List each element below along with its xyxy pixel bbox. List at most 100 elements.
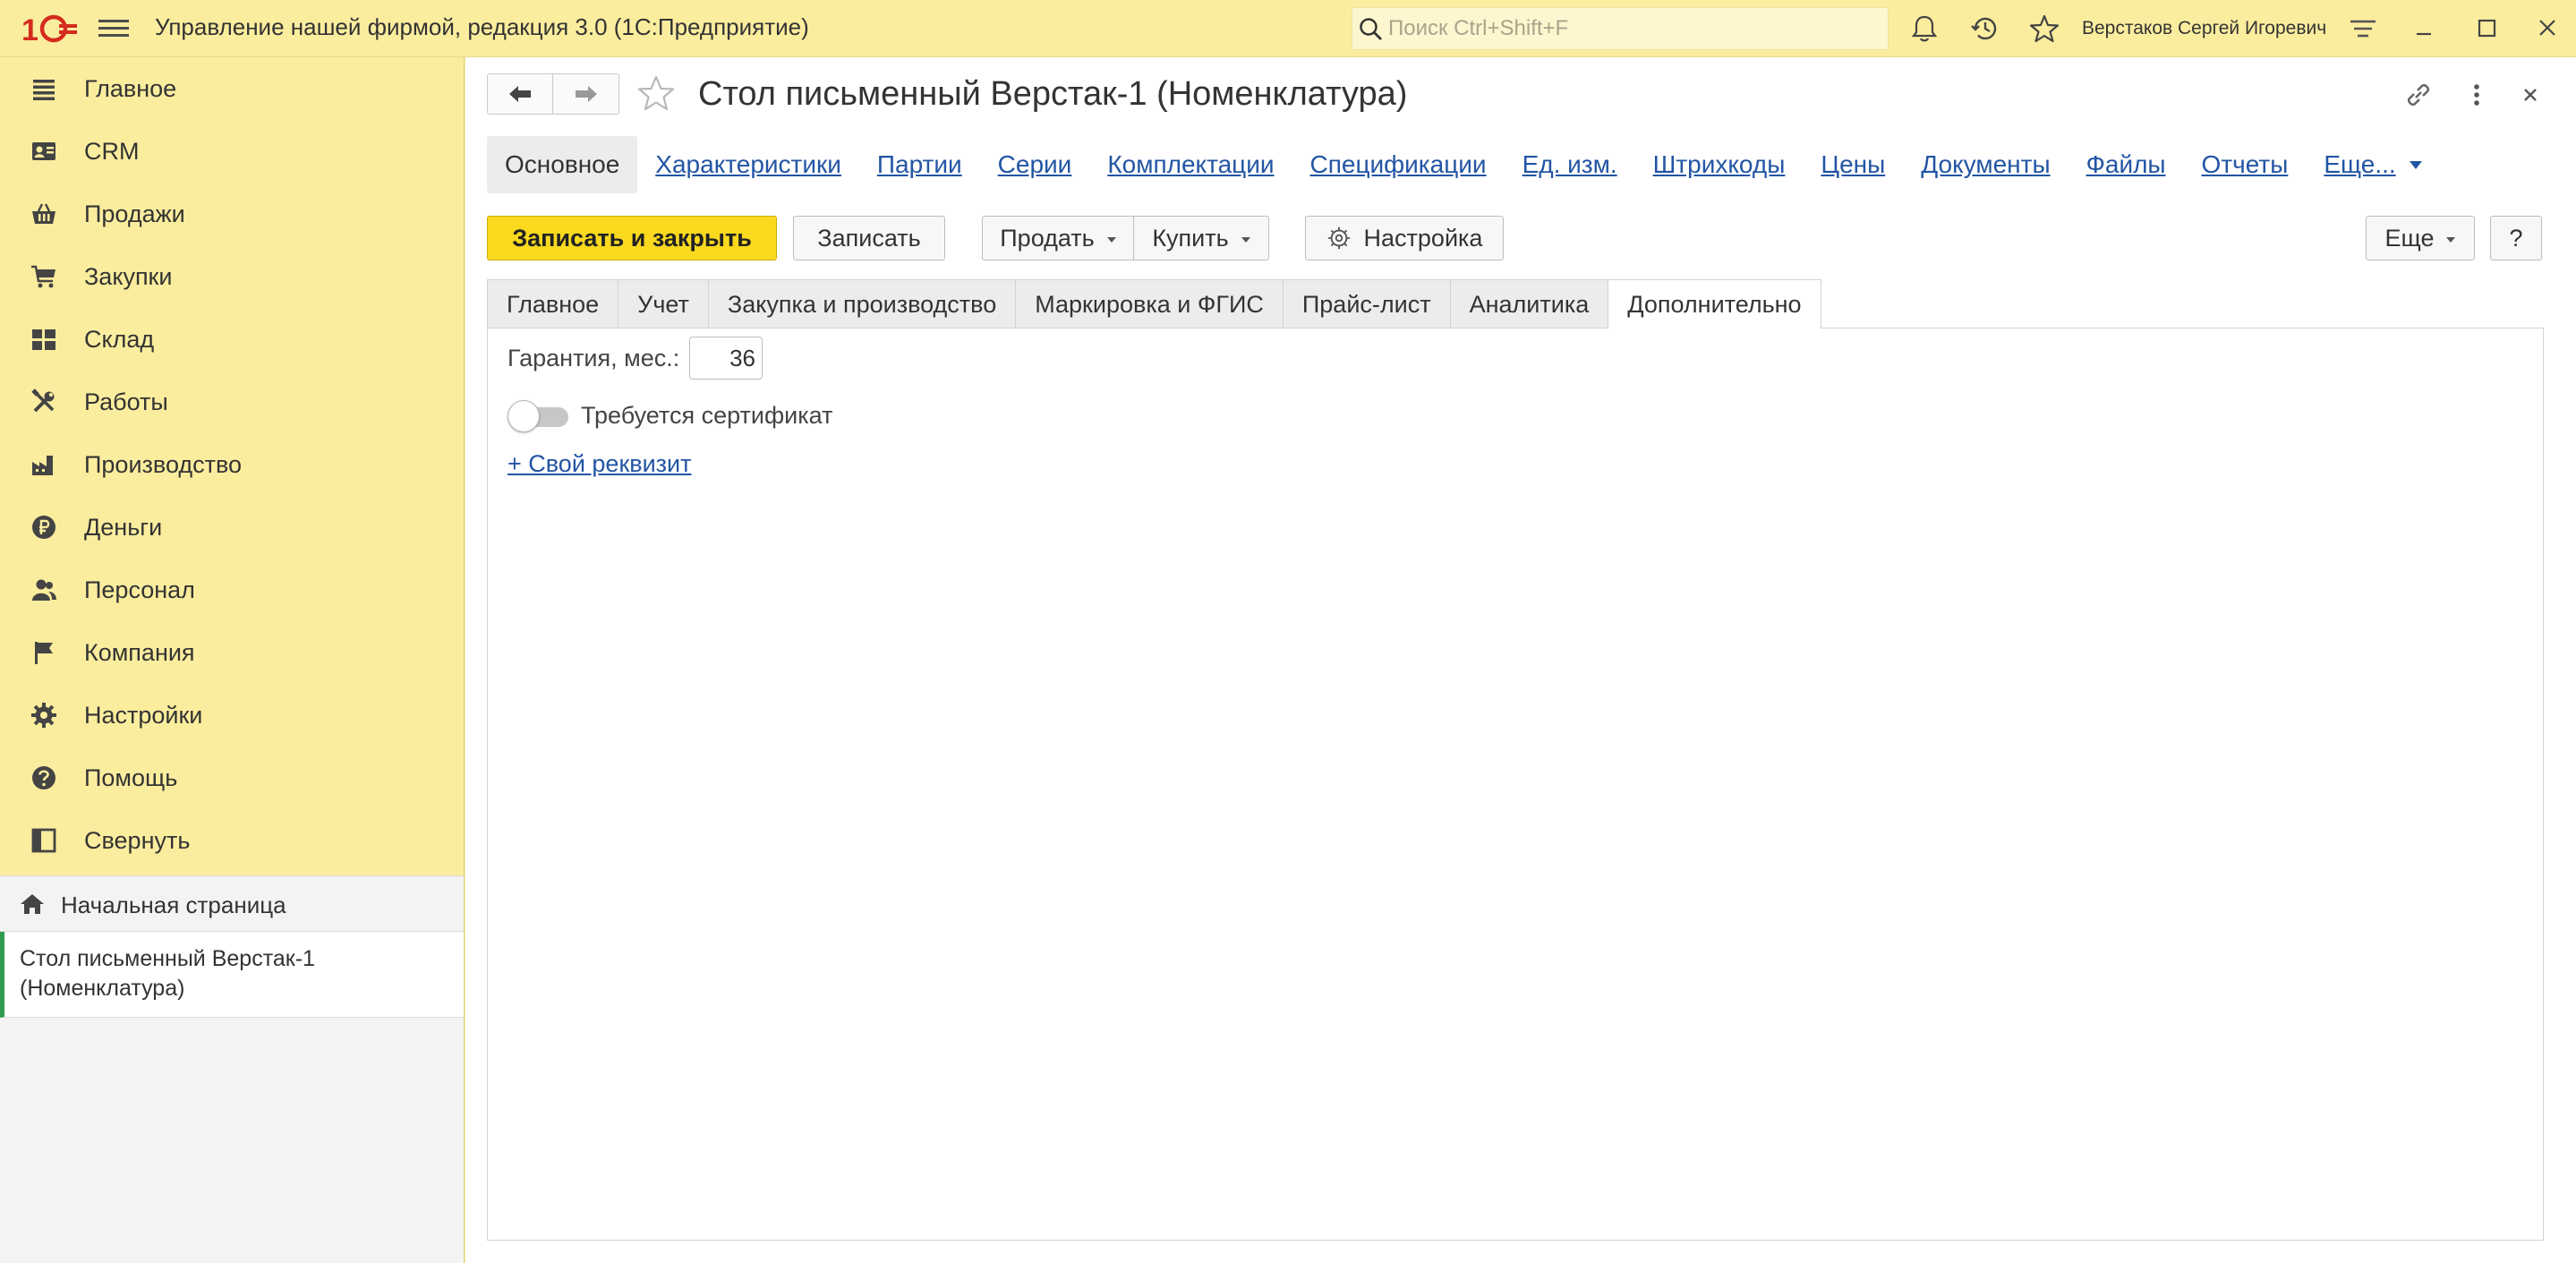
main-form: Стол письменный Верстак-1 (Номенклатура)… [465,57,2576,1263]
certificate-label: Требуется сертификат [581,402,833,429]
link-icon[interactable] [2401,77,2436,113]
minimize-icon[interactable] [2406,13,2442,45]
gear-icon [1327,226,1350,250]
section-link-specifications[interactable]: Спецификации [1310,150,1487,179]
favorite-star-icon[interactable] [635,73,677,115]
more-actions-button[interactable]: Еще [2366,216,2475,260]
settings-sliders-icon[interactable] [2345,13,2381,45]
sidebar-item-label: Работы [84,388,168,415]
people-icon [32,579,56,601]
close-window-icon[interactable] [2529,13,2565,45]
open-pages-panel: Начальная страница Стол письменный Верст… [0,875,464,1263]
toggle-knob [508,400,540,432]
save-button[interactable]: Записать [793,216,945,260]
arrow-right-icon [575,86,597,102]
open-page-item[interactable]: Стол письменный Верстак-1 (Номенклатура) [0,932,464,1018]
sidebar-item-label: Производство [84,451,243,478]
sidebar-item-production[interactable]: Производство [0,433,464,496]
buy-button[interactable]: Купить [1133,216,1269,260]
settings-button[interactable]: Настройка [1305,216,1504,260]
section-links: Основное Характеристики Партии Серии Ком… [487,136,2459,193]
sidebar-item-money[interactable]: Деньги [0,496,464,559]
user-name[interactable]: Верстаков Сергей Игоревич [2082,18,2326,39]
help-button[interactable]: ? [2490,216,2542,260]
tab-price-list[interactable]: Прайс-лист [1282,279,1450,329]
close-form-icon[interactable] [2512,77,2548,113]
sidebar-item-label: Склад [84,326,155,353]
sidebar-item-label: Закупки [84,263,173,290]
title-bar: 1 Управление нашей фирмой, редакция 3.0 … [0,0,2576,57]
section-link-barcodes[interactable]: Штрихкоды [1653,150,1786,179]
tab-panel-additional: Гарантия, мес.: Требуется сертификат + С… [487,328,2544,1241]
1c-logo-icon[interactable]: 1 [20,11,77,47]
sidebar-item-sales[interactable]: Продажи [0,183,464,245]
search-box[interactable] [1352,7,1889,50]
tab-marking[interactable]: Маркировка и ФГИС [1015,279,1283,329]
home-page-label: Начальная страница [61,892,286,918]
sidebar-item-works[interactable]: Работы [0,371,464,433]
dropdown-arrow-icon [1106,236,1116,243]
contact-card-icon [32,142,55,160]
sidebar-item-label: Свернуть [84,827,191,854]
section-link-batches[interactable]: Партии [877,150,962,179]
add-custom-attribute-link[interactable]: + Свой реквизит [508,450,692,478]
sidebar-item-label: Помощь [84,764,178,791]
section-link-prices[interactable]: Цены [1821,150,1885,179]
sell-button[interactable]: Продать [982,216,1134,260]
sidebar-item-label: Продажи [84,201,185,227]
section-link-reports[interactable]: Отчеты [2202,150,2289,179]
ruble-coin-icon [32,516,55,539]
tab-main[interactable]: Главное [487,279,618,329]
dropdown-arrow-icon [1241,236,1250,243]
sidebar-item-company[interactable]: Компания [0,621,464,684]
tab-additional[interactable]: Дополнительно [1608,279,1821,329]
search-input[interactable] [1388,13,1881,44]
favorites-star-icon[interactable] [2028,13,2060,45]
section-link-characteristics[interactable]: Характеристики [655,150,841,179]
forward-button[interactable] [553,74,618,114]
section-link-more[interactable]: Еще... [2324,150,2422,179]
tab-purchase-production[interactable]: Закупка и производство [707,279,1016,329]
section-link-more-label: Еще... [2324,150,2396,178]
search-icon [1360,18,1382,40]
history-icon[interactable] [1969,13,2001,45]
save-close-button[interactable]: Записать и закрыть [487,216,777,260]
more-actions-label: Еще [2384,224,2435,252]
section-link-main[interactable]: Основное [487,136,638,193]
home-icon [21,894,44,914]
sidebar-item-label: Персонал [84,576,195,603]
sidebar-item-settings[interactable]: Настройки [0,684,464,747]
maximize-icon[interactable] [2469,13,2504,45]
settings-label: Настройка [1363,224,1483,252]
sidebar-item-collapse[interactable]: Свернуть [0,809,464,872]
page-title: Стол письменный Верстак-1 (Номенклатура) [698,75,1408,113]
section-link-kits[interactable]: Комплектации [1107,150,1274,179]
sidebar-item-help[interactable]: Помощь [0,747,464,809]
certificate-toggle[interactable] [508,400,570,432]
sidebar-item-warehouse[interactable]: Склад [0,308,464,371]
warehouse-grid-icon [32,329,55,350]
arrow-left-icon [509,86,531,102]
sidebar-item-personnel[interactable]: Персонал [0,559,464,621]
tab-accounting[interactable]: Учет [618,279,708,329]
section-link-documents[interactable]: Документы [1921,150,2050,179]
warranty-label: Гарантия, мес.: [508,345,680,371]
tab-analytics[interactable]: Аналитика [1449,279,1608,329]
main-menu-button[interactable] [98,16,129,41]
sidebar-item-main[interactable]: Главное [0,57,464,120]
sidebar-item-label: Компания [84,639,195,666]
back-button[interactable] [488,74,553,114]
warranty-input[interactable] [689,337,763,380]
section-link-files[interactable]: Файлы [2086,150,2166,179]
section-link-series[interactable]: Серии [998,150,1072,179]
bell-icon[interactable] [1908,13,1941,45]
section-link-units[interactable]: Ед. изм. [1523,150,1617,179]
svg-text:1: 1 [21,13,38,47]
sidebar-item-crm[interactable]: CRM [0,120,464,183]
sidebar-item-label: Деньги [84,514,163,541]
sidebar-item-label: Настройки [84,702,203,729]
home-page-link[interactable]: Начальная страница [0,876,464,932]
more-vertical-icon[interactable] [2459,77,2495,113]
sidebar-item-purchases[interactable]: Закупки [0,245,464,308]
sell-label: Продать [1000,224,1095,252]
